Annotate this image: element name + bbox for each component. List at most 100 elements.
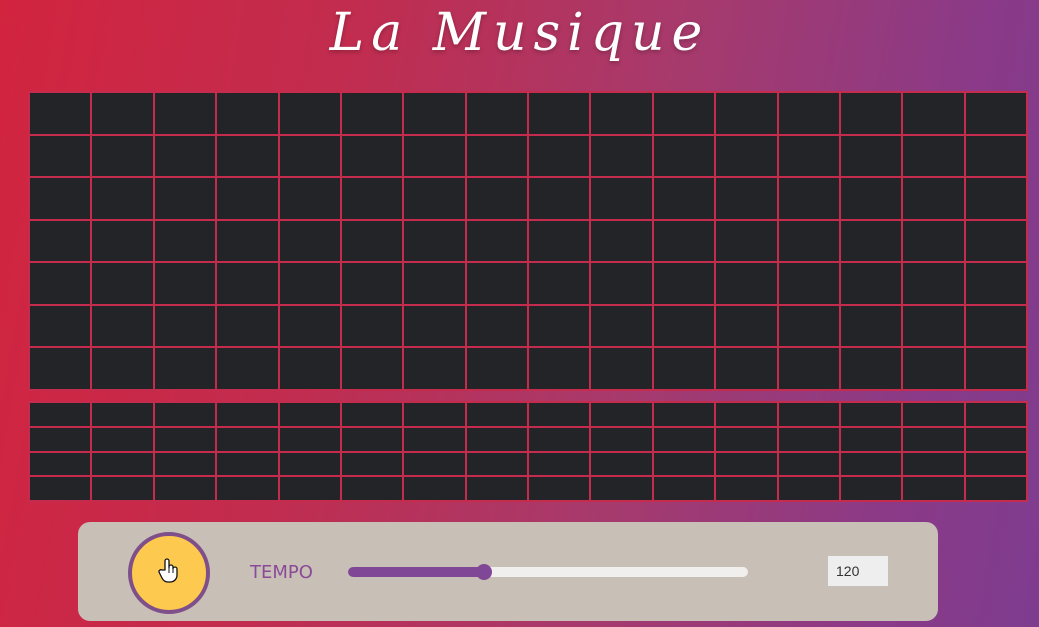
grid-cell[interactable] xyxy=(965,93,1026,134)
grid-cell[interactable] xyxy=(154,348,216,389)
grid-cell[interactable] xyxy=(466,452,527,476)
grid-cell[interactable] xyxy=(716,348,777,389)
grid-cell[interactable] xyxy=(154,305,216,347)
grid-cell[interactable] xyxy=(154,263,216,304)
grid-cell[interactable] xyxy=(404,348,465,389)
grid-cell[interactable] xyxy=(778,477,839,500)
grid-cell[interactable] xyxy=(92,348,153,389)
grid-cell[interactable] xyxy=(154,135,216,177)
play-button[interactable] xyxy=(128,532,210,614)
tempo-slider-thumb[interactable] xyxy=(476,564,492,580)
grid-cell[interactable] xyxy=(840,427,902,451)
grid-cell[interactable] xyxy=(653,93,715,134)
grid-cell[interactable] xyxy=(30,305,91,347)
grid-cell[interactable] xyxy=(653,452,715,476)
grid-cell[interactable] xyxy=(778,220,839,262)
grid-cell[interactable] xyxy=(778,348,839,389)
grid-cell[interactable] xyxy=(30,348,91,389)
grid-cell[interactable] xyxy=(840,178,902,219)
grid-cell[interactable] xyxy=(217,452,278,476)
grid-cell[interactable] xyxy=(279,135,340,177)
grid-cell[interactable] xyxy=(466,135,527,177)
grid-cell[interactable] xyxy=(529,452,590,476)
grid-cell[interactable] xyxy=(30,220,91,262)
grid-cell[interactable] xyxy=(404,93,465,134)
grid-cell[interactable] xyxy=(279,452,340,476)
grid-cell[interactable] xyxy=(903,263,964,304)
grid-cell[interactable] xyxy=(30,263,91,304)
grid-cell[interactable] xyxy=(965,452,1026,476)
grid-cell[interactable] xyxy=(154,427,216,451)
grid-cell[interactable] xyxy=(965,220,1026,262)
grid-cell[interactable] xyxy=(716,452,777,476)
grid-cell[interactable] xyxy=(903,452,964,476)
grid-cell[interactable] xyxy=(778,403,839,426)
grid-cell[interactable] xyxy=(529,178,590,219)
grid-cell[interactable] xyxy=(404,305,465,347)
grid-cell[interactable] xyxy=(466,263,527,304)
grid-cell[interactable] xyxy=(716,403,777,426)
grid-cell[interactable] xyxy=(154,178,216,219)
grid-cell[interactable] xyxy=(154,477,216,500)
grid-cell[interactable] xyxy=(840,305,902,347)
grid-cell[interactable] xyxy=(778,427,839,451)
grid-cell[interactable] xyxy=(529,220,590,262)
grid-cell[interactable] xyxy=(30,403,91,426)
grid-cell[interactable] xyxy=(840,348,902,389)
grid-cell[interactable] xyxy=(716,305,777,347)
grid-cell[interactable] xyxy=(903,427,964,451)
tempo-input[interactable] xyxy=(828,556,888,586)
grid-cell[interactable] xyxy=(965,263,1026,304)
grid-cell[interactable] xyxy=(30,178,91,219)
grid-cell[interactable] xyxy=(279,348,340,389)
grid-cell[interactable] xyxy=(840,135,902,177)
grid-cell[interactable] xyxy=(92,305,153,347)
grid-cell[interactable] xyxy=(92,427,153,451)
grid-cell[interactable] xyxy=(591,220,652,262)
grid-cell[interactable] xyxy=(903,178,964,219)
grid-cell[interactable] xyxy=(279,427,340,451)
grid-cell[interactable] xyxy=(466,427,527,451)
grid-cell[interactable] xyxy=(341,220,403,262)
grid-cell[interactable] xyxy=(404,135,465,177)
grid-cell[interactable] xyxy=(217,305,278,347)
grid-cell[interactable] xyxy=(965,427,1026,451)
grid-cell[interactable] xyxy=(529,93,590,134)
grid-cell[interactable] xyxy=(840,93,902,134)
grid-cell[interactable] xyxy=(840,477,902,500)
grid-cell[interactable] xyxy=(30,477,91,500)
grid-cell[interactable] xyxy=(716,263,777,304)
grid-cell[interactable] xyxy=(778,135,839,177)
grid-cell[interactable] xyxy=(653,427,715,451)
grid-cell[interactable] xyxy=(778,452,839,476)
grid-cell[interactable] xyxy=(341,135,403,177)
grid-cell[interactable] xyxy=(217,403,278,426)
grid-cell[interactable] xyxy=(154,452,216,476)
grid-cell[interactable] xyxy=(840,403,902,426)
grid-cell[interactable] xyxy=(529,348,590,389)
grid-cell[interactable] xyxy=(217,477,278,500)
grid-cell[interactable] xyxy=(279,305,340,347)
grid-cell[interactable] xyxy=(341,93,403,134)
grid-cell[interactable] xyxy=(591,263,652,304)
grid-cell[interactable] xyxy=(716,178,777,219)
grid-cell[interactable] xyxy=(92,263,153,304)
grid-cell[interactable] xyxy=(341,452,403,476)
grid-cell[interactable] xyxy=(217,348,278,389)
grid-cell[interactable] xyxy=(154,403,216,426)
grid-cell[interactable] xyxy=(217,263,278,304)
grid-cell[interactable] xyxy=(591,427,652,451)
grid-cell[interactable] xyxy=(92,93,153,134)
grid-cell[interactable] xyxy=(92,452,153,476)
grid-cell[interactable] xyxy=(404,220,465,262)
grid-cell[interactable] xyxy=(466,178,527,219)
grid-cell[interactable] xyxy=(154,93,216,134)
grid-cell[interactable] xyxy=(466,403,527,426)
grid-cell[interactable] xyxy=(341,477,403,500)
grid-cell[interactable] xyxy=(903,348,964,389)
grid-cell[interactable] xyxy=(653,403,715,426)
grid-cell[interactable] xyxy=(529,305,590,347)
grid-cell[interactable] xyxy=(466,348,527,389)
grid-cell[interactable] xyxy=(716,135,777,177)
grid-cell[interactable] xyxy=(30,93,91,134)
